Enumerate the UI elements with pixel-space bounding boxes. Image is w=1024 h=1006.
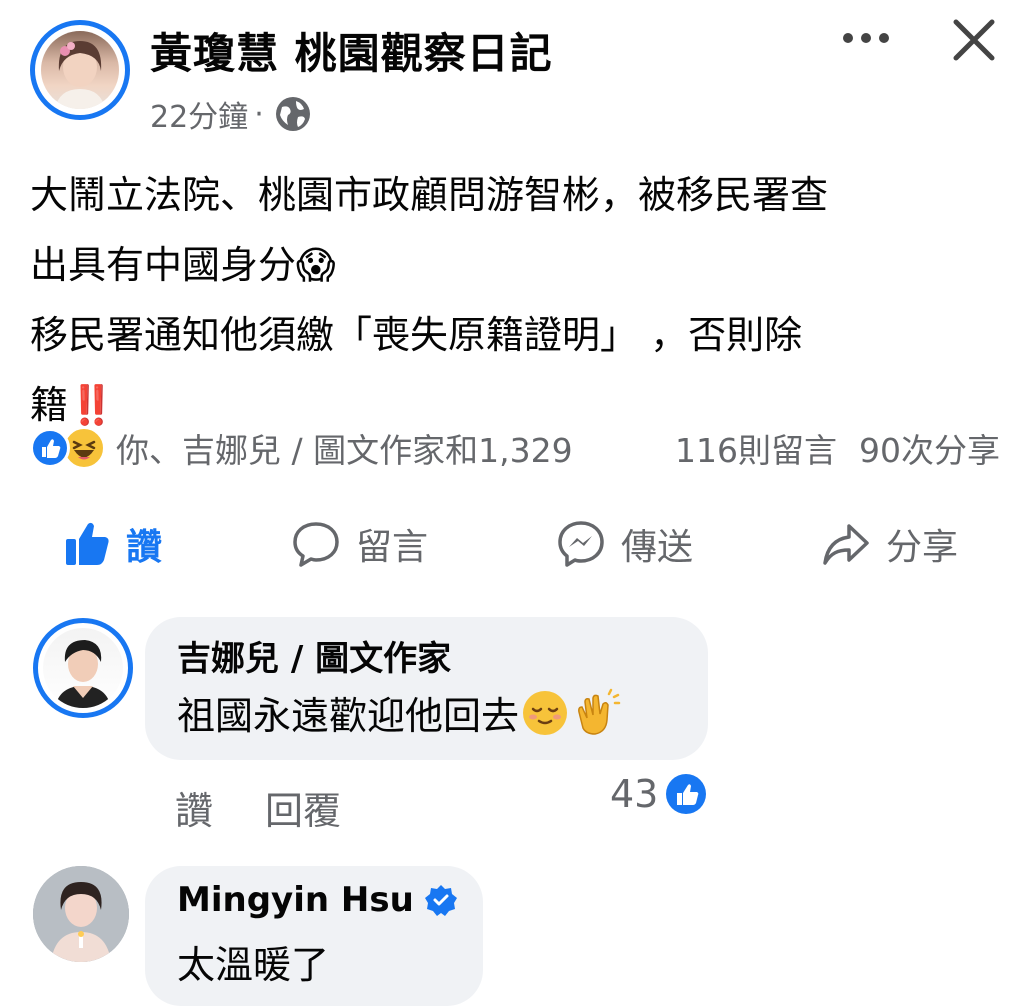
comments-count[interactable]: 116則留言 [675, 424, 837, 472]
share-arrow-icon [823, 524, 869, 565]
comment-author-name[interactable]: Mingyin Hsu [177, 880, 414, 920]
close-icon[interactable] [948, 14, 1000, 66]
comment-text: 祖國永遠歡迎他回去 [177, 685, 621, 740]
comment-author[interactable]: Mingyin Hsu [177, 880, 458, 920]
thumbs-up-icon [66, 522, 109, 565]
relieved-face-icon [523, 690, 568, 735]
engagement-counts: 116則留言 90次分享 [675, 424, 1000, 472]
comment-avatar[interactable] [33, 866, 129, 962]
reactions-summary[interactable]: 你、吉娜兒 / 圖文作家和1,329 116則留言 90次分享 [30, 420, 1000, 476]
meta-separator: · [254, 96, 264, 132]
like-label: 讚 [126, 527, 163, 568]
comment-label: 留言 [356, 527, 429, 568]
comment-button[interactable]: 留言 [290, 518, 428, 570]
comment-actions: 讚 回覆 [175, 780, 341, 835]
comment-like-count[interactable]: 43 [610, 772, 707, 816]
comment-like-button[interactable]: 讚 [175, 780, 213, 835]
send-label: 傳送 [621, 527, 694, 568]
verified-badge-icon [424, 885, 457, 916]
like-button[interactable]: 讚 [62, 518, 162, 570]
comment-text-content: 太溫暖了 [177, 943, 330, 987]
page-title[interactable]: 黃瓊慧 桃園觀察日記 [150, 20, 553, 81]
more-horizontal-icon[interactable] [838, 18, 894, 58]
like-badge-icon [666, 774, 707, 814]
comment-bubble-icon [293, 522, 339, 567]
post-time[interactable]: 22分鐘 [150, 92, 248, 136]
post-body: 大鬧立法院、桃園市政顧問游智彬，被移民署查 出具有中國身分😱 移民署通知他須繳「… [30, 173, 829, 427]
page-avatar[interactable] [30, 20, 130, 120]
post-meta: 22分鐘 · [150, 92, 312, 136]
share-label: 分享 [886, 527, 959, 568]
facebook-post-screen: 黃瓊慧 桃園觀察日記 22分鐘 · 大鬧立法院、桃園市政顧問游智彬，被移民署查 … [0, 0, 1024, 1006]
comment-text-content: 祖國永遠歡迎他回去 [177, 694, 520, 738]
messenger-icon [558, 521, 604, 567]
share-button[interactable]: 分享 [820, 518, 958, 570]
send-button[interactable]: 傳送 [555, 518, 693, 570]
post-action-bar: 讚 留言 傳送 分享 [0, 500, 1024, 590]
comment-author[interactable]: 吉娜兒 / 圖文作家 [177, 631, 451, 680]
comment-author-name[interactable]: 吉娜兒 / 圖文作家 [177, 631, 451, 680]
reaction-icons [30, 426, 106, 470]
shares-count[interactable]: 90次分享 [859, 424, 1000, 472]
reaction-names[interactable]: 你、吉娜兒 / 圖文作家和1,329 [116, 424, 573, 472]
like-icon [30, 428, 70, 468]
comment-bubble[interactable]: Mingyin Hsu 太溫暖了 [145, 866, 483, 1006]
comment-avatar-photo [43, 628, 123, 708]
comment-like-number: 43 [610, 772, 659, 816]
comment-bubble[interactable]: 吉娜兒 / 圖文作家 祖國永遠歡迎他回去 [145, 617, 708, 760]
comment-text: 太溫暖了 [177, 934, 329, 989]
comment-reply-button[interactable]: 回覆 [265, 780, 341, 835]
page-avatar-photo [41, 31, 119, 109]
comment-avatar[interactable] [33, 618, 133, 718]
globe-icon [275, 97, 310, 131]
clapping-hands-icon [578, 688, 621, 735]
